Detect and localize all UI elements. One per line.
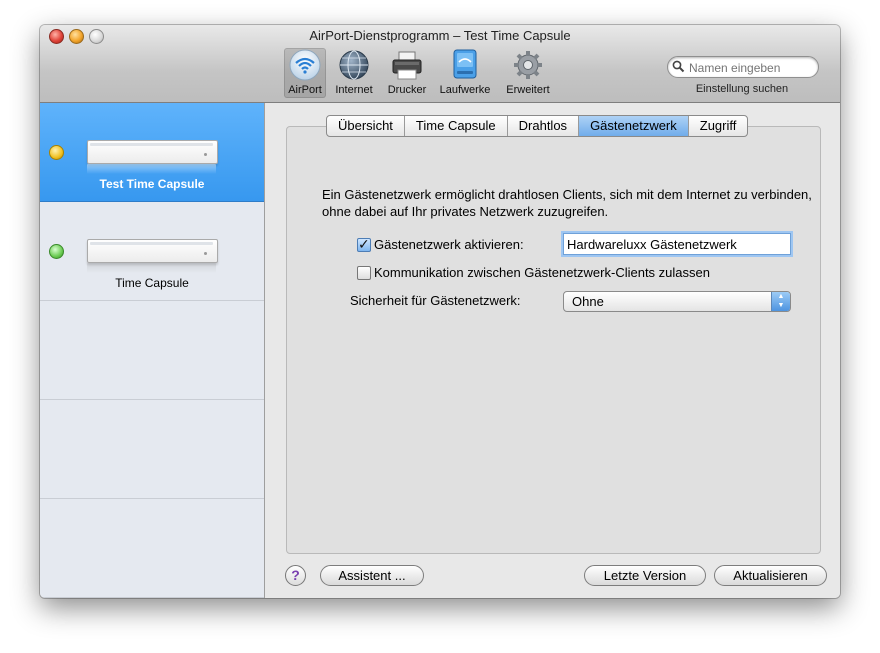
search-label: Einstellung suchen — [695, 83, 789, 95]
search-input[interactable] — [687, 59, 815, 76]
security-label: Sicherheit für Gästenetzwerk: — [350, 293, 521, 308]
tab-access[interactable]: Zugriff — [689, 116, 748, 136]
checkmark-icon: ✓ — [358, 236, 370, 252]
sidebar-empty-row — [40, 499, 264, 598]
status-led-green — [49, 244, 64, 259]
help-button[interactable]: ? — [285, 565, 306, 586]
window-title: AirPort-Dienstprogramm – Test Time Capsu… — [309, 28, 571, 43]
toolbar-disks[interactable]: Laufwerke — [437, 48, 493, 96]
sidebar-empty-row — [40, 301, 264, 400]
printer-icon — [392, 51, 422, 80]
tab-overview[interactable]: Übersicht — [327, 116, 405, 136]
tab-content-box: Ein Gästenetzwerk ermöglicht drahtlosen … — [286, 126, 821, 554]
settings-pane: Ein Gästenetzwerk ermöglicht drahtlosen … — [265, 103, 840, 598]
time-capsule-icon — [87, 140, 218, 164]
device-reflection — [87, 164, 216, 174]
device-item-test-time-capsule[interactable]: Test Time Capsule — [40, 103, 264, 202]
globe-icon — [339, 50, 369, 80]
security-value: Ohne — [572, 294, 604, 309]
assistant-button[interactable]: Assistent ... — [320, 565, 424, 586]
enable-guest-network-checkbox[interactable]: ✓ — [357, 236, 371, 252]
client-communication-checkbox[interactable] — [357, 266, 371, 280]
titlebar: AirPort-Dienstprogramm – Test Time Capsu… — [40, 25, 840, 103]
sidebar-empty-row — [40, 400, 264, 499]
guest-network-name-field[interactable] — [563, 233, 791, 255]
guest-network-name-input[interactable] — [564, 234, 790, 254]
security-popup[interactable]: Ohne ▲ ▼ — [563, 291, 791, 312]
tab-wireless[interactable]: Drahtlos — [508, 116, 580, 136]
toolbar-internet[interactable]: Internet — [332, 48, 376, 96]
toolbar-printer-label: Drucker — [387, 84, 427, 96]
device-sidebar: Test Time Capsule Time Capsule — [40, 103, 265, 598]
gear-icon — [514, 51, 542, 79]
airport-utility-window: AirPort-Dienstprogramm – Test Time Capsu… — [40, 25, 840, 598]
airport-icon — [289, 49, 321, 81]
toolbar-airport-label: AirPort — [288, 84, 322, 96]
search-field[interactable] — [667, 56, 819, 78]
client-communication-label: Kommunikation zwischen Gästenetzwerk-Cli… — [374, 265, 710, 280]
toolbar-printer[interactable]: Drucker — [384, 48, 430, 96]
toolbar-advanced[interactable]: Erweitert — [500, 48, 556, 96]
toolbar-airport[interactable]: AirPort — [284, 48, 326, 98]
toolbar-internet-label: Internet — [335, 84, 373, 96]
toolbar-disks-label: Laufwerke — [439, 84, 491, 96]
device-reflection — [87, 263, 216, 273]
device-name: Test Time Capsule — [99, 177, 205, 191]
toolbar-advanced-label: Erweitert — [506, 84, 550, 96]
enable-guest-network-label: Gästenetzwerk aktivieren: — [374, 237, 524, 252]
tab-guest-network[interactable]: Gästenetzwerk — [579, 116, 689, 136]
tab-bar: Übersicht Time Capsule Drahtlos Gästenet… — [326, 115, 749, 137]
device-name: Time Capsule — [115, 276, 189, 290]
disk-icon — [453, 49, 477, 79]
tab-time-capsule[interactable]: Time Capsule — [405, 116, 508, 136]
device-item-time-capsule[interactable]: Time Capsule — [40, 202, 264, 301]
popup-arrows-icon: ▲ ▼ — [771, 292, 790, 311]
guest-network-description: Ein Gästenetzwerk ermöglicht drahtlosen … — [322, 187, 812, 219]
last-version-button[interactable]: Letzte Version — [584, 565, 706, 586]
update-button[interactable]: Aktualisieren — [714, 565, 827, 586]
status-led-yellow — [49, 145, 64, 160]
time-capsule-icon — [87, 239, 218, 263]
search-icon — [672, 60, 685, 73]
